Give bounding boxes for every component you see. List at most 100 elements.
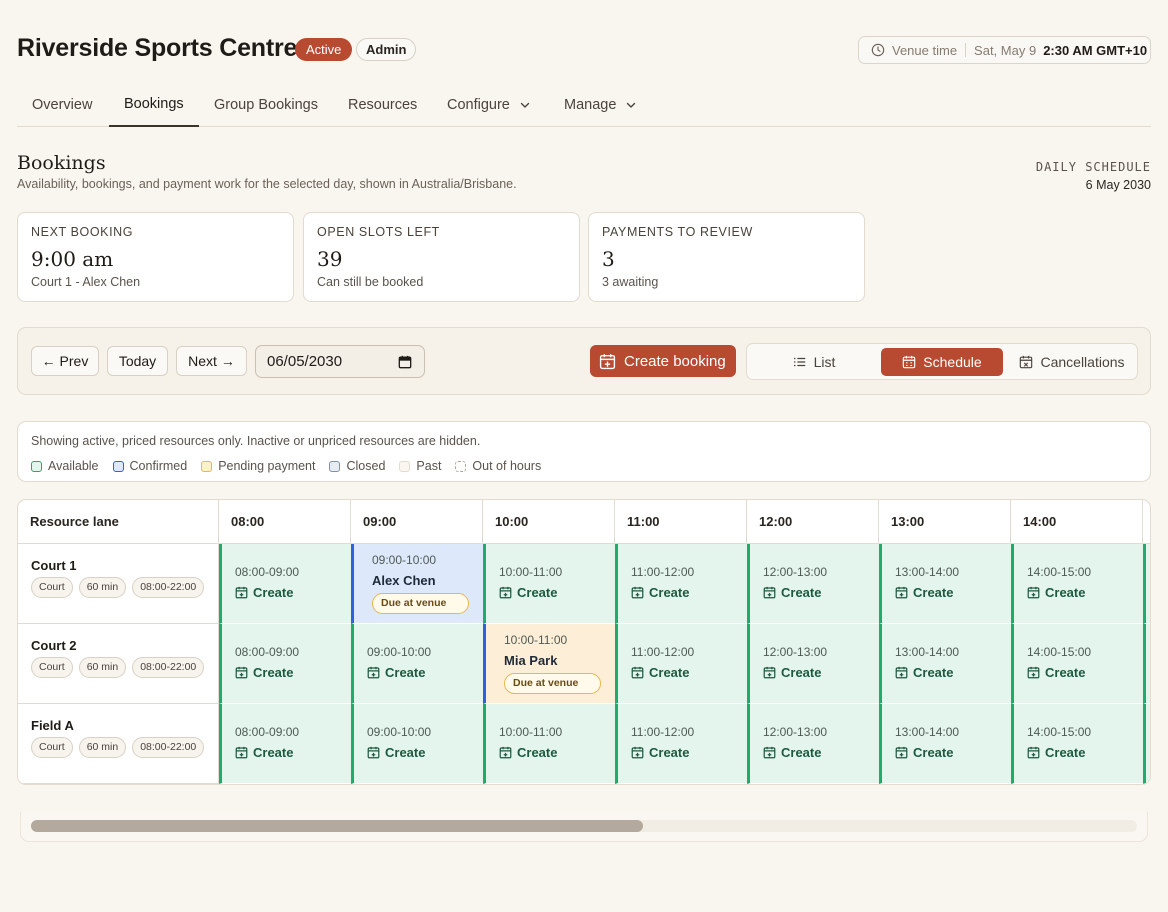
hour-header: 14:00 <box>1011 500 1143 544</box>
schedule-grid: Resource lane 08:00 09:00 10:00 11:00 12:00 1… <box>17 499 1151 785</box>
view-list-button[interactable]: List <box>751 348 877 376</box>
slot-create-button[interactable]: Create <box>1027 745 1085 760</box>
slot-available[interactable]: 13:00-14:00 Create <box>879 544 1011 624</box>
slot-available[interactable]: 08:00-09:00 Create <box>219 624 351 704</box>
date-picker-input[interactable]: 06/05/2030 <box>255 345 425 378</box>
slot-available[interactable]: 11:00-12:00 Create <box>615 624 747 704</box>
slot-create-button[interactable]: Create <box>631 745 689 760</box>
slot-available[interactable]: 09:00-10:00 Create <box>351 624 483 704</box>
slot-available[interactable]: 08:00-09:00 Create <box>219 544 351 624</box>
slot-create-button[interactable]: Create <box>499 585 557 600</box>
resource-tag: 60 min <box>78 577 127 598</box>
legend-label: Closed <box>346 459 386 473</box>
slot-booking-confirmed[interactable]: 09:00-10:00 Alex Chen Due at venue <box>351 544 483 624</box>
stat-card-next-booking: NEXT BOOKING 9:00 am Court 1 - Alex Chen <box>17 212 294 302</box>
stat-label: PAYMENTS TO REVIEW <box>602 225 753 239</box>
slot-available[interactable]: 12:00-13:00 Create <box>747 544 879 624</box>
chevron-down-icon <box>627 102 636 108</box>
resource-tag: 08:00-22:00 <box>132 657 205 678</box>
slot-create-button[interactable]: Create <box>235 665 293 680</box>
horizontal-scrollbar[interactable] <box>20 812 1148 842</box>
calendar-plus-icon <box>895 666 908 679</box>
slot-booking-pending[interactable]: 10:00-11:00 Mia Park Due at venue <box>483 624 615 704</box>
payment-status-badge: Due at venue <box>372 593 469 614</box>
slot-create-button[interactable]: Create <box>235 745 293 760</box>
venue-date: Sat, May 9 <box>974 42 1037 58</box>
slot-create-button[interactable]: Create <box>235 585 293 600</box>
slot-create-button[interactable]: Create <box>631 585 689 600</box>
slot-available[interactable]: 11:00-12:00 Create <box>615 544 747 624</box>
slot-create-button[interactable]: Create <box>895 665 953 680</box>
slot-create-button[interactable]: Create <box>367 745 425 760</box>
slot-available[interactable]: 09:00-10:00 Create <box>351 704 483 784</box>
slot-create-label: Create <box>1045 745 1086 760</box>
calendar-plus-icon <box>499 746 512 759</box>
slot-time: 09:00-10:00 <box>367 645 432 659</box>
tab-label: Configure <box>447 96 510 113</box>
legend-swatch <box>112 460 124 472</box>
legend-item-closed: Closed <box>329 459 385 473</box>
prev-button[interactable]: ← Prev <box>31 346 99 376</box>
slot-time: 10:00-11:00 <box>499 725 563 739</box>
slot-create-button[interactable]: Create <box>367 665 425 680</box>
slot-available[interactable]: 14:00-15:00 Create <box>1011 624 1143 704</box>
slot-create-button[interactable]: Create <box>763 745 821 760</box>
slot-time: 14:00-15:00 <box>1027 645 1092 659</box>
today-button[interactable]: Today <box>107 346 168 376</box>
slot-available[interactable]: 12:00-13:00 Create <box>747 624 879 704</box>
page-subtitle: Availability, bookings, and payment work… <box>17 177 517 191</box>
slot-available[interactable]: 14:00-15:00 Create <box>1011 544 1143 624</box>
next-button[interactable]: Next → <box>176 346 247 376</box>
hour-header: 11:00 <box>615 500 747 544</box>
slot-available[interactable]: 12:00-13:00 Create <box>747 704 879 784</box>
slot-available[interactable]: 14:00-15:00 Create <box>1011 704 1143 784</box>
legend-item-past: Past <box>399 459 441 473</box>
slot-available-overflow[interactable] <box>1143 544 1150 624</box>
calendar-plus-icon <box>1027 666 1040 679</box>
lane-header: Resource lane <box>18 500 219 544</box>
slot-create-button[interactable]: Create <box>1027 585 1085 600</box>
slot-available[interactable]: 13:00-14:00 Create <box>879 624 1011 704</box>
venue-time-label: Venue time <box>892 42 958 58</box>
slot-available-overflow[interactable] <box>1143 624 1150 704</box>
slot-available[interactable]: 10:00-11:00 Create <box>483 544 615 624</box>
slot-create-button[interactable]: Create <box>1027 665 1085 680</box>
legend-label: Out of hours <box>472 459 542 473</box>
legend-item-out-of-hours: Out of hours <box>455 459 541 473</box>
view-schedule-button[interactable]: Schedule <box>881 348 1003 376</box>
create-booking-button[interactable]: Create booking <box>590 345 736 377</box>
calendar-plus-icon <box>631 666 644 679</box>
slot-create-label: Create <box>781 585 822 600</box>
hour-header: 13:00 <box>879 500 1011 544</box>
slot-create-button[interactable]: Create <box>631 665 689 680</box>
tab-configure[interactable]: Configure <box>447 82 531 127</box>
legend-label: Pending payment <box>218 459 316 473</box>
scrollbar-thumb[interactable] <box>31 820 643 832</box>
tab-bookings[interactable]: Bookings <box>109 82 199 127</box>
tab-resources[interactable]: Resources <box>348 82 417 127</box>
stat-value: 9:00 am <box>31 247 114 271</box>
calendar-icon[interactable] <box>398 355 412 369</box>
legend-note: Showing active, priced resources only. I… <box>31 434 481 448</box>
slot-available[interactable]: 10:00-11:00 Create <box>483 704 615 784</box>
tab-group-bookings[interactable]: Group Bookings <box>214 82 318 127</box>
slot-available[interactable]: 11:00-12:00 Create <box>615 704 747 784</box>
slot-create-button[interactable]: Create <box>763 585 821 600</box>
slot-time: 08:00-09:00 <box>235 725 300 739</box>
tab-label: Bookings <box>124 95 184 112</box>
calendar-plus-icon <box>235 666 248 679</box>
slot-available[interactable]: 08:00-09:00 Create <box>219 704 351 784</box>
view-cancellations-button[interactable]: Cancellations <box>1009 348 1135 376</box>
tab-manage[interactable]: Manage <box>564 82 637 127</box>
tab-overview[interactable]: Overview <box>32 82 92 127</box>
slot-available[interactable]: 13:00-14:00 Create <box>879 704 1011 784</box>
slot-available-overflow[interactable] <box>1143 704 1150 784</box>
resource-lane: Court 2 Court 60 min 08:00-22:00 <box>18 624 219 704</box>
slot-create-button[interactable]: Create <box>499 745 557 760</box>
slot-create-button[interactable]: Create <box>895 585 953 600</box>
slot-create-button[interactable]: Create <box>895 745 953 760</box>
slot-create-label: Create <box>1045 585 1086 600</box>
slot-create-button[interactable]: Create <box>763 665 821 680</box>
hour-header: 08:00 <box>219 500 351 544</box>
slot-time: 13:00-14:00 <box>895 645 960 659</box>
